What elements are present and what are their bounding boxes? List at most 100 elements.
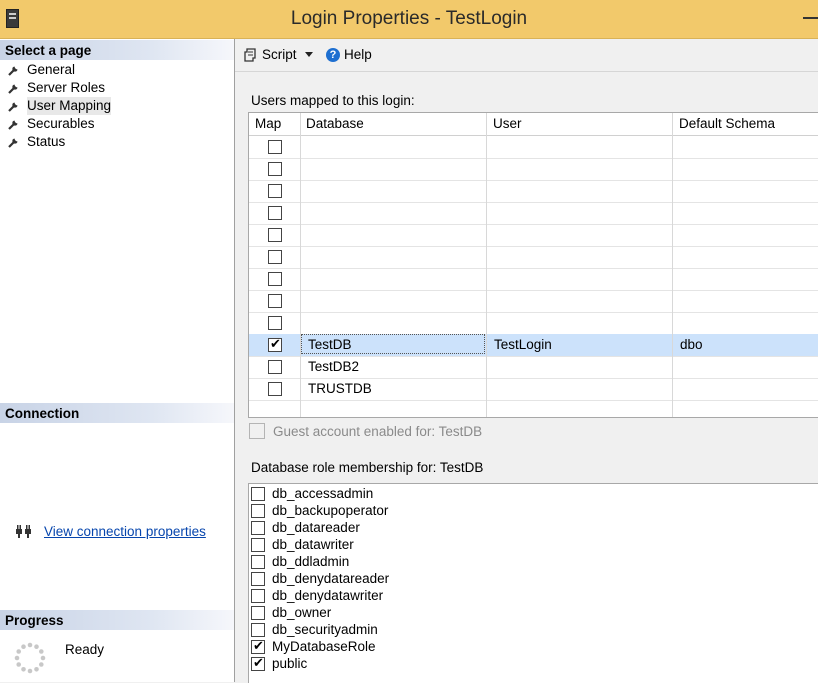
guest-account-checkbox[interactable]: Guest account enabled for: TestDB	[248, 423, 482, 439]
role-item[interactable]: public	[251, 655, 307, 672]
role-name: db_backupoperator	[272, 503, 389, 518]
help-button[interactable]: ? Help	[326, 47, 372, 62]
role-name: MyDatabaseRole	[272, 639, 376, 654]
column-header-database[interactable]: Database	[306, 116, 364, 131]
wrench-icon	[8, 84, 18, 94]
table-row[interactable]	[249, 290, 818, 313]
progress-spinner-icon	[14, 642, 46, 674]
role-item[interactable]: db_datareader	[251, 519, 360, 536]
cell-database[interactable]: TestDB	[308, 337, 352, 352]
column-header-user[interactable]: User	[493, 116, 522, 131]
role-item[interactable]: db_datawriter	[251, 536, 354, 553]
nav-item-label: General	[27, 62, 76, 77]
left-pane: Select a page General Server Roles User Ma…	[0, 39, 235, 682]
map-checkbox[interactable]	[268, 382, 282, 396]
role-checkbox[interactable]	[251, 503, 265, 518]
connection-link[interactable]: View connection properties	[44, 524, 206, 539]
table-row[interactable]: TestDB TestLogin dbo	[249, 334, 818, 357]
map-checkbox[interactable]	[268, 294, 282, 308]
role-name: db_denydatareader	[272, 571, 390, 586]
role-checkbox[interactable]	[251, 605, 265, 620]
table-row[interactable]	[249, 180, 818, 203]
role-item[interactable]: db_owner	[251, 604, 331, 621]
cell-database[interactable]: TRUSTDB	[308, 381, 372, 396]
script-icon	[244, 47, 256, 62]
page-nav: General Server Roles User Mapping Securable…	[8, 61, 112, 151]
role-checkbox[interactable]	[251, 655, 265, 671]
table-row[interactable]	[249, 158, 818, 181]
role-name: db_datawriter	[272, 537, 354, 552]
map-checkbox[interactable]	[268, 228, 282, 242]
nav-item-status[interactable]: Status	[8, 133, 111, 151]
role-checkbox[interactable]	[251, 588, 265, 603]
toolbar: Script ? Help	[235, 39, 818, 72]
window-title: Login Properties - TestLogin	[290, 8, 528, 29]
map-checkbox[interactable]	[268, 336, 282, 352]
role-name: db_securityadmin	[272, 622, 378, 637]
script-label: Script	[262, 47, 297, 62]
role-item[interactable]: db_backupoperator	[251, 502, 388, 519]
nav-item-label: Securables	[27, 116, 95, 131]
nav-item-securables[interactable]: Securables	[8, 115, 111, 133]
right-pane: Script ? Help Users mapped to this login…	[235, 39, 818, 683]
role-checkbox[interactable]	[251, 622, 265, 637]
role-checkbox[interactable]	[251, 520, 265, 535]
role-checkbox[interactable]	[251, 486, 265, 501]
map-checkbox[interactable]	[268, 316, 282, 330]
role-membership-list: db_accessadmin db_backupoperator db_datare…	[248, 483, 818, 683]
map-checkbox[interactable]	[268, 162, 282, 176]
nav-item-general[interactable]: General	[8, 61, 111, 79]
role-checkbox[interactable]	[251, 638, 265, 654]
chevron-down-icon[interactable]	[304, 52, 313, 57]
nav-item-label: Status	[27, 134, 66, 149]
role-item[interactable]: MyDatabaseRole	[251, 638, 376, 655]
table-row[interactable]	[249, 268, 818, 291]
table-row[interactable]	[249, 224, 818, 247]
table-row[interactable]	[249, 136, 818, 159]
table-row[interactable]	[249, 312, 818, 335]
role-item[interactable]: db_denydatareader	[251, 570, 389, 587]
role-item[interactable]: db_ddladmin	[251, 553, 349, 570]
role-item[interactable]: db_denydatawriter	[251, 587, 383, 604]
map-checkbox[interactable]	[268, 272, 282, 286]
view-connection-properties[interactable]: View connection properties	[14, 523, 206, 539]
table-row[interactable]	[249, 202, 818, 225]
script-button[interactable]: Script	[244, 47, 313, 62]
nav-item-user-mapping[interactable]: User Mapping	[8, 97, 112, 115]
guest-checkbox-box[interactable]	[249, 423, 265, 439]
map-checkbox[interactable]	[268, 360, 282, 374]
map-checkbox[interactable]	[268, 206, 282, 220]
progress-header: Progress	[0, 610, 234, 630]
map-checkbox[interactable]	[268, 140, 282, 154]
cell-user[interactable]: TestLogin	[494, 337, 552, 352]
guest-account-label: Guest account enabled for: TestDB	[273, 423, 483, 439]
table-row[interactable]: TRUSTDB	[249, 378, 818, 401]
table-row[interactable]: TestDB2	[249, 356, 818, 379]
minimize-button[interactable]	[800, 14, 818, 22]
title-bar: Login Properties - TestLogin	[0, 0, 818, 39]
wrench-icon	[8, 138, 18, 148]
map-checkbox[interactable]	[268, 184, 282, 198]
role-item[interactable]: db_accessadmin	[251, 485, 373, 502]
role-checkbox[interactable]	[251, 571, 265, 586]
grid-header: Map Database User Default Schema	[249, 113, 818, 136]
connection-header: Connection	[0, 403, 234, 423]
help-icon: ?	[326, 47, 340, 62]
role-name: public	[272, 656, 308, 671]
role-checkbox[interactable]	[251, 537, 265, 552]
nav-item-server-roles[interactable]: Server Roles	[8, 79, 111, 97]
cell-database[interactable]: TestDB2	[308, 359, 359, 374]
column-header-map[interactable]: Map	[255, 116, 281, 131]
wrench-icon	[8, 102, 18, 112]
cell-default-schema[interactable]: dbo	[680, 337, 703, 352]
role-name: db_accessadmin	[272, 486, 374, 501]
table-row[interactable]	[249, 246, 818, 269]
role-item[interactable]: db_securityadmin	[251, 621, 378, 638]
users-mapped-grid: Map Database User Default Schema TestDBT…	[248, 112, 818, 418]
role-checkbox[interactable]	[251, 554, 265, 569]
role-name: db_owner	[272, 605, 332, 620]
help-label: Help	[344, 47, 372, 62]
map-checkbox[interactable]	[268, 250, 282, 264]
column-header-default-schema[interactable]: Default Schema	[679, 116, 775, 131]
column-divider	[486, 113, 487, 417]
